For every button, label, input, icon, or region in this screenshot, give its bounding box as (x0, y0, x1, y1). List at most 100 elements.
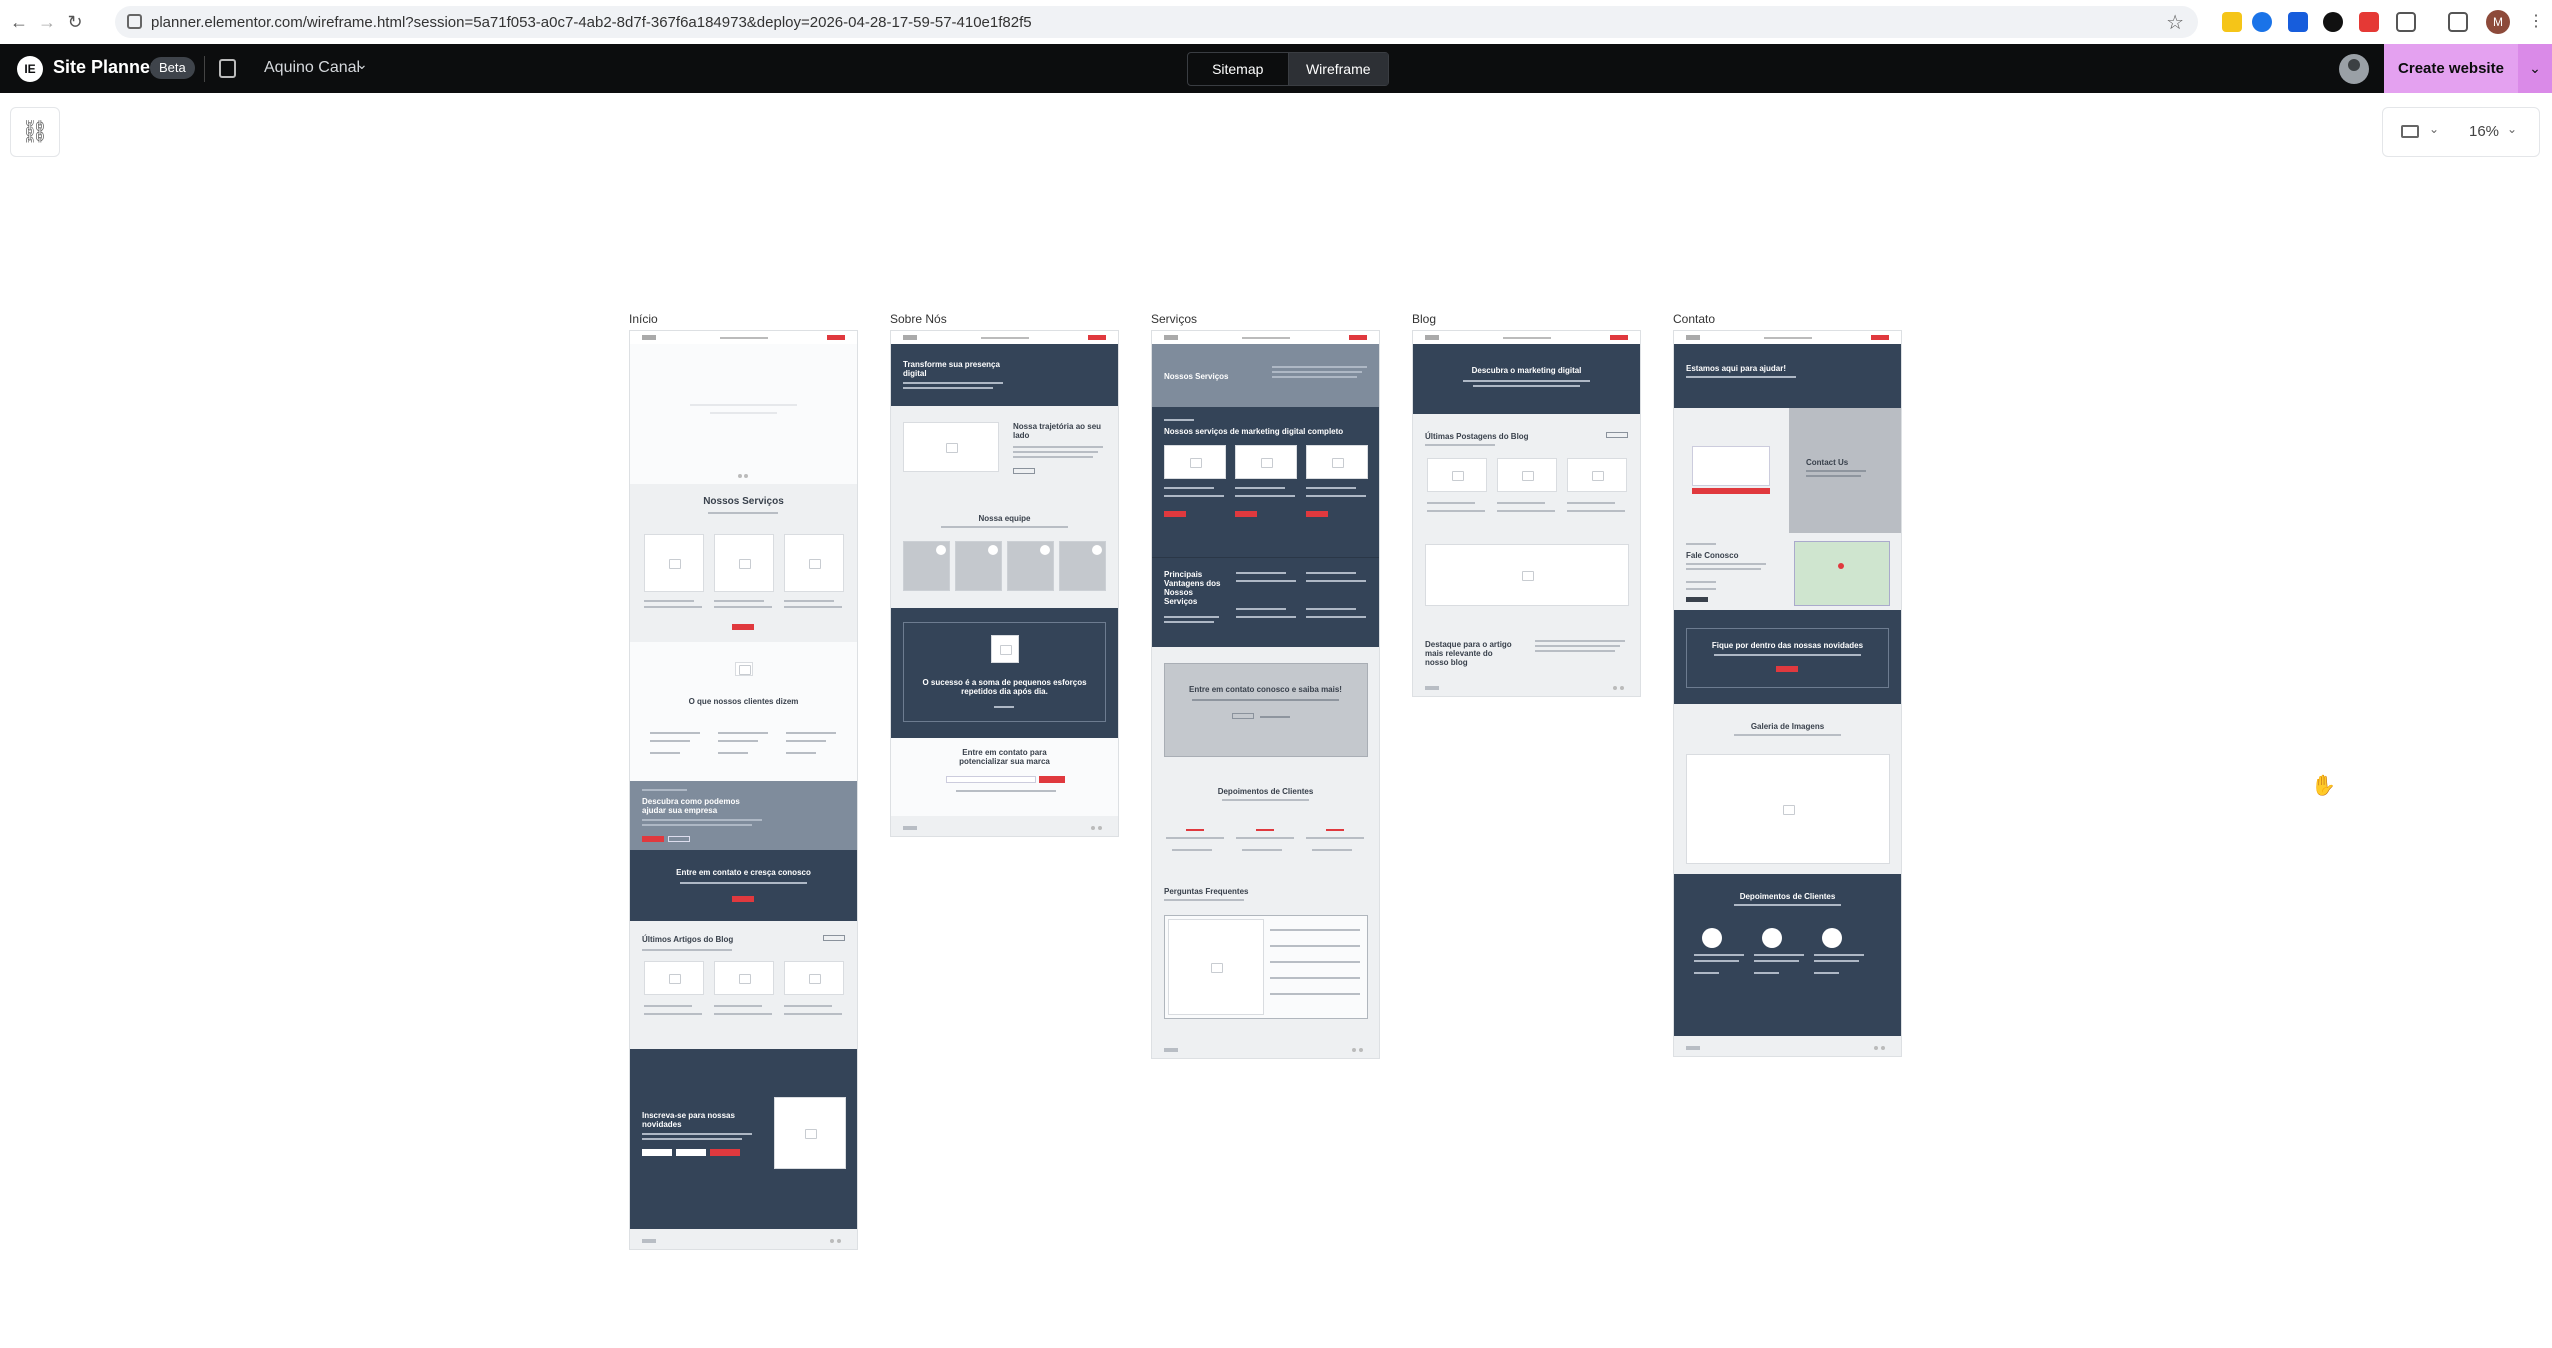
profile-avatar[interactable]: M (2486, 10, 2510, 34)
team-section[interactable]: Nossa equipe (891, 496, 1118, 608)
extension-icon-4[interactable] (2323, 12, 2343, 32)
section-title: Descubra o marketing digital (1471, 366, 1582, 375)
page-header (1674, 331, 1901, 344)
contact-form-section[interactable]: Contact Us (1674, 408, 1901, 533)
site-info-icon[interactable] (127, 14, 142, 29)
hero-section[interactable]: Nossos Serviços (1152, 344, 1379, 407)
link-icon: ⛓ (21, 119, 49, 144)
footer-section[interactable] (1413, 676, 1640, 696)
section-title: Depoimentos de Clientes (1217, 787, 1314, 796)
back-icon[interactable]: ← (10, 13, 28, 31)
services-section[interactable]: Nossos serviços de marketing digital com… (1152, 407, 1379, 557)
elementor-logo-icon[interactable]: IE (17, 56, 43, 82)
testimonials-section[interactable]: O que nossos clientes dizem (630, 642, 857, 781)
section-title: Destaque para o artigo mais relevante do… (1425, 640, 1512, 667)
contact-cta-section[interactable]: Entre em contato e cresça conosco (630, 850, 857, 921)
section-title: Fique por dentro das nossas novidades (1711, 641, 1864, 650)
section-title: Entre em contato para potencializar sua … (959, 748, 1050, 766)
zoom-level[interactable]: 16% (2469, 123, 2499, 140)
chevron-down-icon[interactable]: ⌄ (2507, 122, 2517, 136)
chevron-down-icon[interactable]: ⌄ (356, 56, 368, 73)
section-title: Galeria de Imagens (1750, 722, 1825, 731)
blog-section[interactable]: Últimos Artigos do Blog (630, 921, 857, 1049)
quote-section[interactable]: O sucesso é a soma de pequenos esforços … (891, 608, 1118, 738)
page-settings-icon[interactable] (219, 59, 236, 78)
section-title: Nossos Serviços (1164, 372, 1229, 381)
page-header (630, 331, 857, 344)
newsletter-section[interactable]: Fique por dentro das nossas novidades (1674, 610, 1901, 704)
section-title: Transforme sua presença digital (903, 360, 1000, 378)
testimonials-section[interactable]: Depoimentos de Clientes (1152, 769, 1379, 869)
page-header (1413, 331, 1640, 344)
extension-icon-5[interactable] (2359, 12, 2379, 32)
extensions-puzzle-icon[interactable] (2396, 12, 2416, 32)
hero-section[interactable]: Estamos aqui para ajudar! (1674, 344, 1901, 408)
desktop-icon[interactable] (2401, 125, 2419, 138)
bookmark-star-icon[interactable]: ☆ (2166, 10, 2184, 35)
section-title: Descubra como podemos ajudar sua empresa (642, 797, 740, 815)
create-website-button[interactable]: Create website (2384, 44, 2518, 93)
talk-section[interactable]: Fale Conosco (1674, 533, 1901, 610)
hero-section[interactable]: Transforme sua presença digital (891, 344, 1118, 406)
profile-initial: M (2493, 15, 2503, 29)
browser-menu-icon[interactable]: ⋮ (2526, 12, 2546, 32)
section-title: Perguntas Frequentes (1164, 887, 1249, 896)
services-section[interactable]: Nossos Serviços (630, 484, 857, 642)
gallery-section[interactable]: Galeria de Imagens (1674, 704, 1901, 874)
extension-icon-3[interactable] (2288, 12, 2308, 32)
section-title: Nossa trajetória ao seu lado (1013, 422, 1102, 440)
page-header (1152, 331, 1379, 344)
hand-cursor-icon: ✋ (2311, 775, 2336, 797)
footer-section[interactable] (1674, 1036, 1901, 1056)
link-tool-button[interactable]: ⛓ (10, 107, 60, 157)
section-title: Depoimentos de Clientes (1739, 892, 1836, 901)
section-title: Últimas Postagens do Blog (1425, 432, 1529, 441)
contact-cta-section[interactable]: Entre em contato para potencializar sua … (891, 738, 1118, 816)
extension-icon-1[interactable] (2222, 12, 2242, 32)
reload-icon[interactable]: ↻ (66, 13, 84, 31)
section-title: Nossos Serviços (703, 496, 784, 507)
section-title: Entre em contato e cresça conosco (676, 868, 811, 877)
section-title: Inscreva-se para nossas novidades (642, 1111, 735, 1129)
faq-section[interactable]: Perguntas Frequentes (1152, 869, 1379, 1038)
wireframe-page-inicio[interactable]: Nossos Serviços O que nossos clientes di… (629, 330, 858, 1250)
page-label-sobre-nos: Sobre Nós (890, 312, 947, 326)
site-selector[interactable]: Aquino Canal (264, 59, 360, 77)
section-title: Nossos serviços de marketing digital com… (1164, 427, 1344, 436)
story-section[interactable]: Nossa trajetória ao seu lado (891, 406, 1118, 496)
beta-badge: Beta (150, 57, 195, 79)
app-name: Site Planner (53, 57, 158, 77)
user-avatar[interactable] (2339, 54, 2369, 84)
wireframe-page-servicos[interactable]: Nossos Serviços Nossos serviços de marke… (1151, 330, 1380, 1059)
wireframe-page-sobre-nos[interactable]: Transforme sua presença digital Nossa tr… (890, 330, 1119, 837)
posts-section[interactable]: Últimas Postagens do Blog (1413, 414, 1640, 534)
quote-text: O sucesso é a soma de pequenos esforços … (922, 678, 1087, 696)
benefits-section[interactable]: Principais Vantagens dos Nossos Serviços (1152, 557, 1379, 647)
header-divider (204, 56, 205, 82)
testimonials-section[interactable]: Depoimentos de Clientes (1674, 874, 1901, 1036)
footer-section[interactable] (891, 816, 1118, 836)
section-title: Principais Vantagens dos Nossos Serviços (1164, 570, 1221, 606)
create-website-dropdown-icon[interactable]: ⌄ (2518, 44, 2552, 93)
footer-section[interactable] (1152, 1038, 1379, 1058)
section-title: Últimos Artigos do Blog (642, 935, 734, 944)
tab-search-icon[interactable] (2448, 12, 2468, 32)
tab-wireframe[interactable]: Wireframe (1287, 53, 1388, 85)
extension-icon-2[interactable] (2252, 12, 2272, 32)
featured-section[interactable]: Destaque para o artigo mais relevante do… (1413, 534, 1640, 676)
contact-cta-section[interactable]: Entre em contato conosco e saiba mais! (1152, 647, 1379, 769)
wireframe-page-contato[interactable]: Estamos aqui para ajudar! Contact Us Fal… (1673, 330, 1902, 1057)
newsletter-section[interactable]: Inscreva-se para nossas novidades (630, 1049, 857, 1229)
hero-section[interactable] (630, 344, 857, 484)
section-title: Nossa equipe (978, 514, 1031, 523)
about-section[interactable]: Descubra como podemos ajudar sua empresa (630, 781, 857, 850)
forward-icon[interactable]: → (38, 13, 56, 31)
hero-section[interactable]: Descubra o marketing digital (1413, 344, 1640, 414)
chevron-down-icon[interactable]: ⌄ (2429, 122, 2439, 136)
page-label-servicos: Serviços (1151, 312, 1198, 326)
tab-sitemap[interactable]: Sitemap (1188, 53, 1288, 85)
section-title: Estamos aqui para ajudar! (1686, 364, 1787, 373)
address-bar[interactable]: planner.elementor.com/wireframe.html?ses… (115, 6, 2198, 38)
wireframe-page-blog[interactable]: Descubra o marketing digital Últimas Pos… (1412, 330, 1641, 697)
footer-section[interactable] (630, 1229, 857, 1249)
